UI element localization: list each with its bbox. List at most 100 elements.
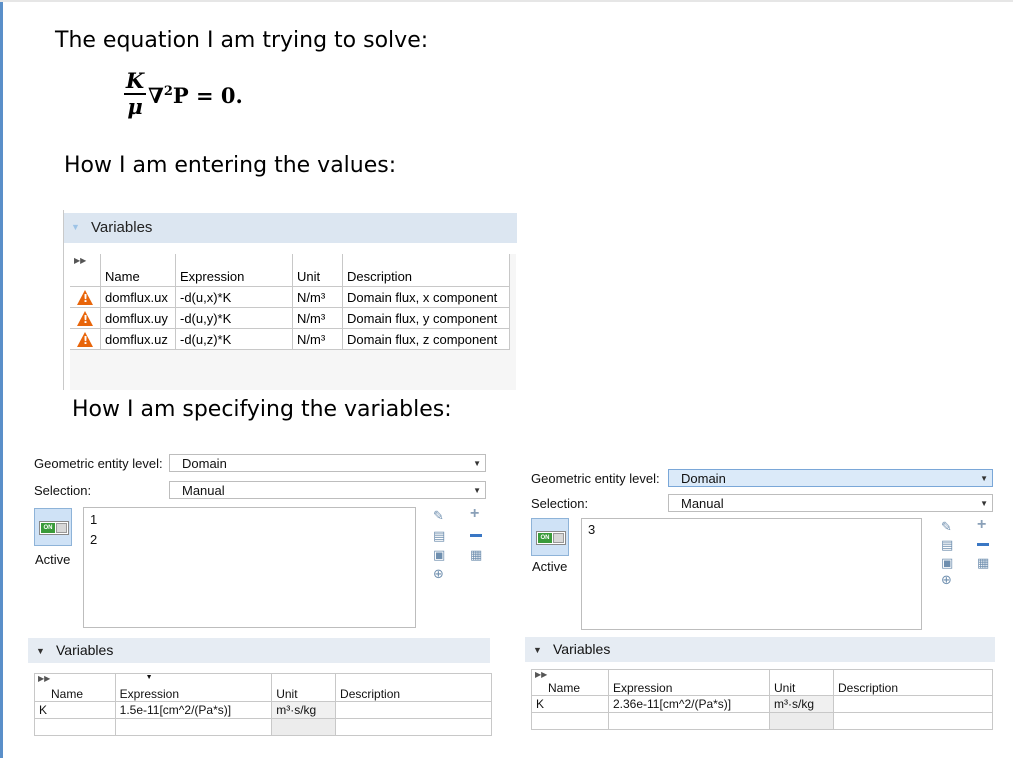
cell-unit: m³·s/kg <box>769 695 834 713</box>
toggle-knob <box>56 523 67 533</box>
column-header-expression[interactable]: Expression <box>608 669 770 696</box>
cell-description[interactable] <box>335 701 492 719</box>
column-header-description[interactable]: Description <box>342 254 510 287</box>
cell-unit: N/m³ <box>292 286 343 308</box>
table-row-empty[interactable] <box>531 712 993 730</box>
column-header-unit[interactable]: Unit <box>769 669 834 696</box>
slide-left-border <box>0 0 3 758</box>
geometric-entity-level-label: Geometric entity level: <box>531 471 660 486</box>
geometric-entity-level-select[interactable]: Domain ▼ <box>668 469 993 487</box>
table-row[interactable]: domflux.uz -d(u,z)*K N/m³ Domain flux, z… <box>70 328 510 350</box>
cell-expression[interactable]: -d(u,x)*K <box>175 286 293 308</box>
fast-forward-icon[interactable]: ▶▶ <box>535 670 547 679</box>
selection-list-item[interactable]: 2 <box>90 532 97 547</box>
dropdown-arrow-icon: ▼ <box>473 486 481 495</box>
column-header-name[interactable]: ▶▶ Name <box>34 673 116 702</box>
copy-icon[interactable]: ▤ <box>433 528 445 544</box>
table-row[interactable]: K 1.5e-11[cm^2/(Pa*s)] m³·s/kg <box>34 701 492 719</box>
selection-select[interactable]: Manual ▼ <box>668 494 993 512</box>
specifying-heading: How I am specifying the variables: <box>72 397 452 422</box>
active-toggle-button[interactable]: ON <box>34 508 72 546</box>
column-header-expression[interactable]: Expression <box>175 254 293 287</box>
selection-list[interactable]: 3 <box>581 518 922 630</box>
variables-section-header[interactable]: ▼ Variables <box>525 637 995 662</box>
cell-name[interactable]: K <box>34 701 116 719</box>
variables-section-header[interactable]: ▼ Variables <box>28 638 490 663</box>
column-header-description[interactable]: Description <box>833 669 993 696</box>
table-row-empty[interactable] <box>34 718 492 736</box>
fast-forward-icon[interactable]: ▶▶ <box>74 256 86 265</box>
cell-unit: N/m³ <box>292 307 343 329</box>
equation-heading: The equation I am trying to solve: <box>55 28 429 53</box>
column-header-unit[interactable]: Unit <box>292 254 343 287</box>
cell-description[interactable]: Domain flux, x component <box>342 286 510 308</box>
variables-section-header[interactable]: ▼ Variables <box>64 213 517 243</box>
exponent: 2 <box>163 84 173 99</box>
collapse-triangle-icon[interactable]: ▼ <box>533 645 542 655</box>
selection-label: Selection: <box>531 496 589 511</box>
column-header-description[interactable]: Description <box>335 673 492 702</box>
geometric-entity-level-select[interactable]: Domain ▼ <box>169 454 486 472</box>
variables-section-title: Variables <box>91 219 153 236</box>
cell-name[interactable] <box>34 718 116 736</box>
clear-selection-icon[interactable]: ▦ <box>977 555 989 571</box>
cell-name[interactable]: domflux.ux <box>100 286 176 308</box>
row-status <box>70 328 101 350</box>
active-toggle-button[interactable]: ON <box>531 518 569 556</box>
paste-icon[interactable]: ✎ <box>433 508 444 524</box>
column-header-unit[interactable]: Unit <box>271 673 337 702</box>
cell-name[interactable]: domflux.uy <box>100 307 176 329</box>
collapse-triangle-icon[interactable]: ▼ <box>36 646 45 656</box>
equation: K μ ∇2P = 0. <box>124 70 254 130</box>
column-header-name[interactable]: Name <box>100 254 176 287</box>
selection-value: Manual <box>182 483 225 498</box>
cell-expression[interactable]: -d(u,z)*K <box>175 328 293 350</box>
cell-description[interactable]: Domain flux, z component <box>342 328 510 350</box>
column-header-name[interactable]: ▶▶ Name <box>531 669 609 696</box>
cell-unit: N/m³ <box>292 328 343 350</box>
zoom-to-selection-icon[interactable]: ⊕ <box>941 572 952 588</box>
table-header-row: ▶▶ Name Expression Unit Description <box>531 669 993 696</box>
table-header-row: ▶▶ Name Expression Unit Description <box>70 254 510 287</box>
cell-name[interactable] <box>531 712 609 730</box>
plus-icon[interactable]: + <box>977 516 986 534</box>
selection-list[interactable]: 1 2 <box>83 507 416 628</box>
cell-expression[interactable] <box>114 718 273 736</box>
collapse-triangle-icon[interactable]: ▼ <box>71 222 80 232</box>
selection-select[interactable]: Manual ▼ <box>169 481 486 499</box>
cell-description[interactable] <box>833 695 993 713</box>
selection-list-item[interactable]: 1 <box>90 512 97 527</box>
cell-expression[interactable]: 1.5e-11[cm^2/(Pa*s)] <box>114 701 273 719</box>
fast-forward-icon[interactable]: ▶▶ <box>38 674 50 683</box>
table-row[interactable]: domflux.ux -d(u,x)*K N/m³ Domain flux, x… <box>70 286 510 308</box>
copy-icon[interactable]: ▤ <box>941 537 953 553</box>
cell-name[interactable]: domflux.uz <box>100 328 176 350</box>
toggle-on-text: ON <box>41 523 55 533</box>
fraction-denominator: μ <box>127 94 143 119</box>
column-header-expression[interactable]: ▼ Expression <box>114 673 273 702</box>
cell-description[interactable] <box>335 718 492 736</box>
cell-expression[interactable]: 2.36e-11[cm^2/(Pa*s)] <box>608 695 770 713</box>
toggle-knob <box>553 533 564 543</box>
row-status <box>70 286 101 308</box>
active-label: Active <box>532 559 568 574</box>
minus-icon[interactable] <box>977 543 989 546</box>
clear-icon[interactable]: ▣ <box>433 547 445 563</box>
clear-selection-icon[interactable]: ▦ <box>470 547 482 563</box>
geometric-entity-level-label: Geometric entity level: <box>34 456 163 471</box>
cell-description[interactable] <box>833 712 993 730</box>
table-row[interactable]: K 2.36e-11[cm^2/(Pa*s)] m³·s/kg <box>531 695 993 713</box>
plus-icon[interactable]: + <box>470 505 479 523</box>
minus-icon[interactable] <box>470 534 482 537</box>
cell-name[interactable]: K <box>531 695 609 713</box>
clear-icon[interactable]: ▣ <box>941 555 953 571</box>
variables-table: ▶▶ Name ▼ Expression Unit Description K 1.… <box>34 673 492 736</box>
cell-expression[interactable] <box>608 712 770 730</box>
cell-description[interactable]: Domain flux, y component <box>342 307 510 329</box>
zoom-to-selection-icon[interactable]: ⊕ <box>433 566 444 582</box>
selection-list-item[interactable]: 3 <box>588 522 595 537</box>
table-row[interactable]: domflux.uy -d(u,y)*K N/m³ Domain flux, y… <box>70 307 510 329</box>
paste-icon[interactable]: ✎ <box>941 519 952 535</box>
geometric-entity-level-value: Domain <box>182 456 227 471</box>
cell-expression[interactable]: -d(u,y)*K <box>175 307 293 329</box>
